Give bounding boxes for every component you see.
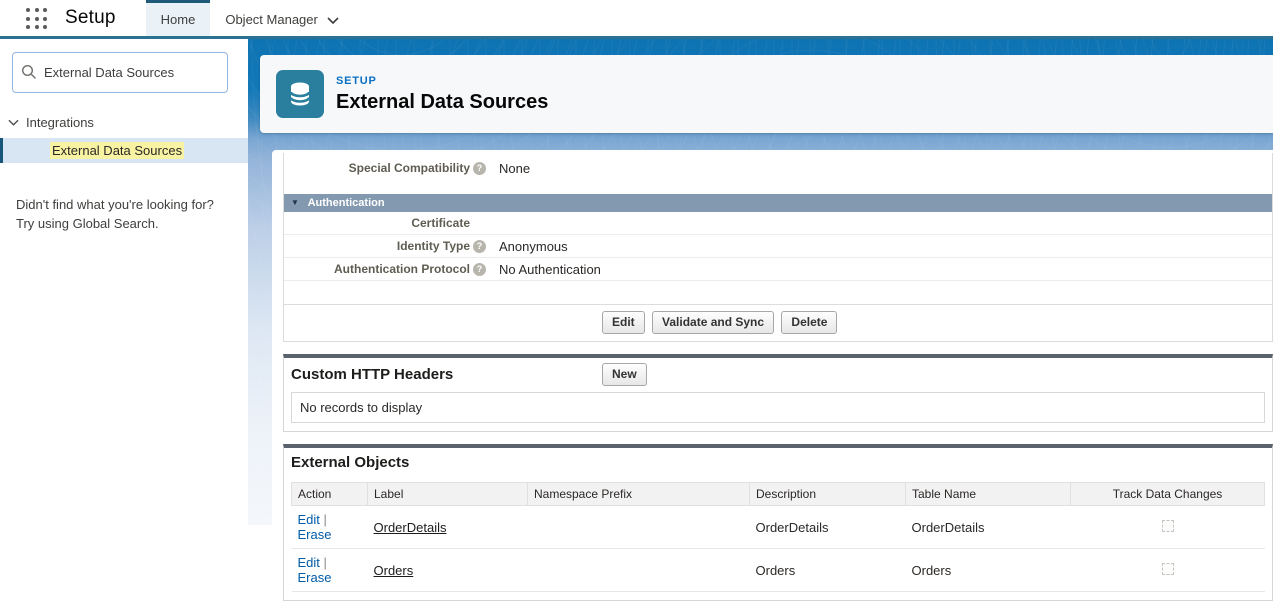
action-cell: Edit | Erase [291,505,368,549]
setup-content-panel: Special Compatibility None Authenticatio… [272,150,1273,601]
detail-button-row: Edit Validate and Sync Delete [284,304,1272,341]
help-icon[interactable] [473,161,486,175]
column-header-label: Label [367,482,528,506]
app-launcher-icon[interactable] [26,8,48,30]
section-title: Custom HTTP Headers [291,366,454,383]
sidebar-section-label: Integrations [26,115,94,130]
tab-object-manager[interactable]: Object Manager [210,0,354,36]
edit-link[interactable]: Edit [298,555,320,570]
field-label: Certificate [411,216,470,230]
chevron-down-icon [327,17,339,24]
action-cell: Edit | Erase [291,548,368,592]
delete-button[interactable]: Delete [781,311,838,334]
detail-row-identity-type: Identity Type Anonymous [284,235,1272,258]
global-nav: Setup Home Object Manager [0,0,1273,39]
sidebar-item-external-data-sources[interactable]: External Data Sources [0,138,248,163]
external-objects-table: Action Label Namespace Prefix Descriptio… [291,482,1265,592]
table-row: Edit | Erase OrderDetails OrderDetails O… [291,505,1265,549]
help-icon[interactable] [473,239,486,253]
page-header: SETUP External Data Sources [260,55,1273,133]
field-value: Anonymous [499,238,568,254]
section-title: External Objects [291,454,410,471]
namespace-prefix-cell [527,548,750,592]
field-label: Special Compatibility [348,161,470,175]
track-data-changes-checkbox [1161,562,1174,575]
table-name-cell: OrderDetails [905,505,1071,549]
detail-row-special-compatibility: Special Compatibility None [284,157,1272,179]
setup-sidebar: Integrations External Data Sources Didn'… [0,39,248,525]
erase-link[interactable]: Erase [298,570,332,585]
breadcrumb: SETUP [336,74,377,87]
new-button[interactable]: New [602,363,647,386]
sidebar-help-text: Didn't find what you're looking for? Try… [16,197,214,231]
tab-home[interactable]: Home [145,0,211,36]
column-header-track-data-changes: Track Data Changes [1070,482,1265,506]
external-objects-section: External Objects Action Label Namespace … [283,444,1273,601]
quick-find-input[interactable] [12,52,228,93]
tab-object-manager-label: Object Manager [225,12,318,27]
tab-home-label: Home [160,12,196,27]
column-header-action: Action [291,482,368,506]
search-highlighted-label: External Data Sources [50,142,185,159]
help-icon[interactable] [473,262,486,276]
search-icon [21,64,36,79]
custom-http-headers-section: Custom HTTP Headers New No records to di… [283,354,1273,432]
column-header-namespace-prefix: Namespace Prefix [527,482,750,506]
object-label-link[interactable]: OrderDetails [374,520,447,535]
object-label-link[interactable]: Orders [374,563,414,578]
app-name: Setup [65,7,116,28]
validate-and-sync-button[interactable]: Validate and Sync [652,311,775,334]
description-cell: OrderDetails [749,505,906,549]
empty-list-message: No records to display [291,392,1265,423]
track-data-changes-checkbox [1161,519,1174,532]
page-title: External Data Sources [336,90,549,113]
namespace-prefix-cell [527,505,750,549]
column-header-table-name: Table Name [905,482,1071,506]
data-sources-icon [276,70,324,118]
description-cell: Orders [749,548,906,592]
field-value: No Authentication [499,261,601,277]
edit-button[interactable]: Edit [602,311,645,334]
erase-link[interactable]: Erase [298,527,332,542]
section-header-authentication[interactable]: Authentication [284,194,1272,212]
field-value: None [499,160,531,176]
detail-row-authentication-protocol: Authentication Protocol No Authenticatio… [284,258,1272,281]
data-source-detail-section: Special Compatibility None Authenticatio… [283,153,1273,342]
table-name-cell: Orders [905,548,1071,592]
chevron-down-icon [8,119,19,126]
nav-tabs: Home Object Manager [145,0,354,36]
detail-row-certificate: Certificate [284,212,1272,235]
sidebar-section-integrations[interactable]: Integrations [8,115,248,130]
main-region: SETUP External Data Sources Special Comp… [248,39,1273,601]
table-header-row: Action Label Namespace Prefix Descriptio… [291,482,1265,506]
column-header-description: Description [749,482,906,506]
field-label: Authentication Protocol [334,262,470,276]
table-row: Edit | Erase Orders Orders Orders [291,548,1265,592]
field-label: Identity Type [396,239,470,253]
